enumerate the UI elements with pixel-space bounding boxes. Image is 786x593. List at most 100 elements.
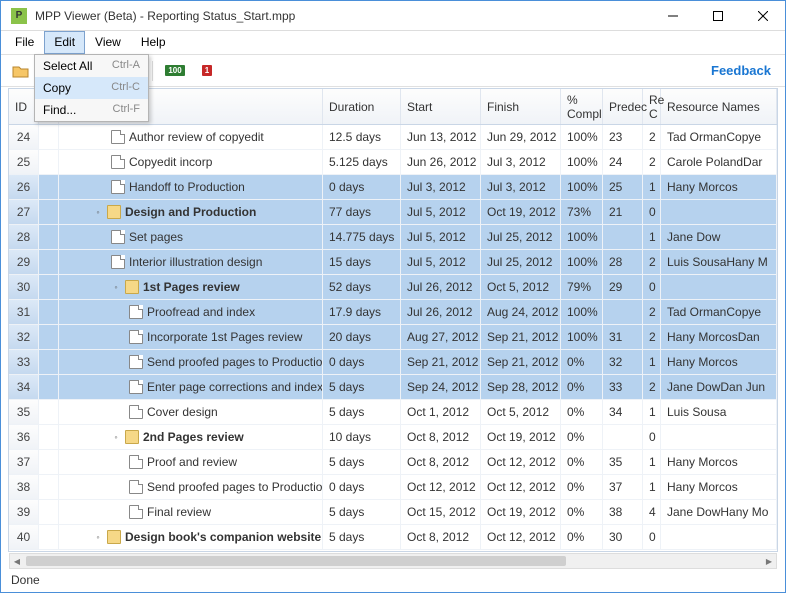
menu-select-all[interactable]: Select All Ctrl-A	[35, 55, 148, 77]
menu-edit[interactable]: Edit	[44, 31, 85, 54]
cell-resources: Jane Dow	[661, 225, 777, 249]
task-name-text: Design book's companion website	[125, 530, 321, 544]
cell-id: 40	[9, 525, 39, 549]
table-row[interactable]: 33Send proofed pages to Production0 days…	[9, 350, 777, 375]
cell-start: Jul 5, 2012	[401, 225, 481, 249]
cell-start: Jul 3, 2012	[401, 175, 481, 199]
file-icon	[129, 355, 143, 369]
horizontal-scrollbar[interactable]: ◀ ▶	[9, 553, 777, 569]
open-icon[interactable]	[11, 61, 31, 81]
cell-name: ◦2nd Pages review	[59, 425, 323, 449]
col-resource-count[interactable]: Re C	[643, 89, 661, 124]
table-row[interactable]: 25Copyedit incorp5.125 daysJun 26, 2012J…	[9, 150, 777, 175]
table-row[interactable]: 29Interior illustration design15 daysJul…	[9, 250, 777, 275]
table-row[interactable]: 31Proofread and index17.9 daysJul 26, 20…	[9, 300, 777, 325]
close-button[interactable]	[740, 1, 785, 31]
table-row[interactable]: 28Set pages14.775 daysJul 5, 2012Jul 25,…	[9, 225, 777, 250]
cell-indicator	[39, 175, 59, 199]
menu-copy[interactable]: Copy Ctrl-C	[35, 77, 148, 99]
menu-view[interactable]: View	[85, 31, 131, 54]
table-row[interactable]: 38 Send proofed pages to Production0 days…	[9, 475, 777, 500]
table-row[interactable]: 34Enter page corrections and index5 days…	[9, 375, 777, 400]
cell-resource-count: 2	[643, 375, 661, 399]
cell-indicator	[39, 475, 59, 499]
table-row[interactable]: 24Author review of copyedit12.5 daysJun …	[9, 125, 777, 150]
task-grid: ID Name Duration Start Finish % Compl Pr…	[8, 88, 778, 552]
expand-toggle-icon[interactable]: ◦	[93, 532, 103, 542]
cell-complete: 0%	[561, 525, 603, 549]
cell-indicator	[39, 350, 59, 374]
maximize-button[interactable]	[695, 1, 740, 31]
table-row[interactable]: 35Cover design5 daysOct 1, 2012Oct 5, 20…	[9, 400, 777, 425]
cell-predecessors: 25	[603, 175, 643, 199]
cell-id: 38	[9, 475, 39, 499]
cell-resources: Hany Morcos	[661, 175, 777, 199]
menu-help[interactable]: Help	[131, 31, 176, 54]
expand-toggle-icon[interactable]: ◦	[111, 282, 121, 292]
task-name-text: Incorporate 1st Pages review	[147, 330, 302, 344]
feedback-link[interactable]: Feedback	[711, 63, 771, 78]
col-resources[interactable]: Resource Names	[661, 89, 777, 124]
cell-duration: 5 days	[323, 500, 401, 524]
cell-predecessors: 24	[603, 150, 643, 174]
cell-predecessors: 32	[603, 350, 643, 374]
cell-resource-count: 2	[643, 150, 661, 174]
cell-name: Copyedit incorp	[59, 150, 323, 174]
cell-predecessors	[603, 300, 643, 324]
table-row[interactable]: 39Final review5 daysOct 15, 2012Oct 19, …	[9, 500, 777, 525]
cell-duration: 0 days	[323, 475, 401, 499]
table-row[interactable]: 36◦2nd Pages review10 daysOct 8, 2012Oct…	[9, 425, 777, 450]
cell-resources: Jane DowDan Jun	[661, 375, 777, 399]
cell-id: 32	[9, 325, 39, 349]
table-row[interactable]: 26Handoff to Production0 daysJul 3, 2012…	[9, 175, 777, 200]
minimize-button[interactable]	[650, 1, 695, 31]
scroll-thumb[interactable]	[26, 556, 566, 566]
table-row[interactable]: 32Incorporate 1st Pages review20 daysAug…	[9, 325, 777, 350]
cell-id: 25	[9, 150, 39, 174]
expand-toggle-icon[interactable]: ◦	[93, 207, 103, 217]
table-row[interactable]: 40◦Design book's companion website5 days…	[9, 525, 777, 550]
col-predecessors[interactable]: Predec	[603, 89, 643, 124]
cell-id: 26	[9, 175, 39, 199]
file-icon	[129, 330, 143, 344]
col-finish[interactable]: Finish	[481, 89, 561, 124]
task-name-text: Interior illustration design	[129, 255, 262, 269]
cell-id: 29	[9, 250, 39, 274]
table-row[interactable]: 27◦Design and Production77 daysJul 5, 20…	[9, 200, 777, 225]
cell-name: Send proofed pages to Production	[59, 475, 323, 499]
cell-duration: 5 days	[323, 450, 401, 474]
cell-resource-count: 0	[643, 275, 661, 299]
cell-start: Oct 12, 2012	[401, 475, 481, 499]
cell-predecessors: 21	[603, 200, 643, 224]
cell-name: ◦Design and Production	[59, 200, 323, 224]
cell-duration: 52 days	[323, 275, 401, 299]
table-row[interactable]: 37Proof and review5 daysOct 8, 2012Oct 1…	[9, 450, 777, 475]
complete-tasks-icon[interactable]: 100	[165, 61, 185, 81]
expand-toggle-icon[interactable]: ◦	[111, 432, 121, 442]
cell-complete: 0%	[561, 375, 603, 399]
cell-complete: 79%	[561, 275, 603, 299]
cell-start: Sep 24, 2012	[401, 375, 481, 399]
menu-find[interactable]: Find... Ctrl-F	[35, 99, 148, 121]
cell-indicator	[39, 525, 59, 549]
file-icon	[129, 380, 143, 394]
cell-resource-count: 2	[643, 325, 661, 349]
cell-complete: 73%	[561, 200, 603, 224]
cell-complete: 0%	[561, 350, 603, 374]
col-duration[interactable]: Duration	[323, 89, 401, 124]
incomplete-tasks-icon[interactable]: 1	[197, 61, 217, 81]
cell-resources: Hany Morcos	[661, 350, 777, 374]
cell-indicator	[39, 300, 59, 324]
menu-file[interactable]: File	[5, 31, 44, 54]
cell-finish: Aug 24, 2012	[481, 300, 561, 324]
cell-resource-count: 1	[643, 350, 661, 374]
scroll-right-arrow-icon[interactable]: ▶	[762, 554, 776, 568]
scroll-left-arrow-icon[interactable]: ◀	[10, 554, 24, 568]
cell-predecessors: 23	[603, 125, 643, 149]
col-start[interactable]: Start	[401, 89, 481, 124]
table-row[interactable]: 30◦1st Pages review52 daysJul 26, 2012Oc…	[9, 275, 777, 300]
cell-indicator	[39, 450, 59, 474]
col-complete[interactable]: % Compl	[561, 89, 603, 124]
cell-duration: 5.125 days	[323, 150, 401, 174]
file-icon	[111, 230, 125, 244]
